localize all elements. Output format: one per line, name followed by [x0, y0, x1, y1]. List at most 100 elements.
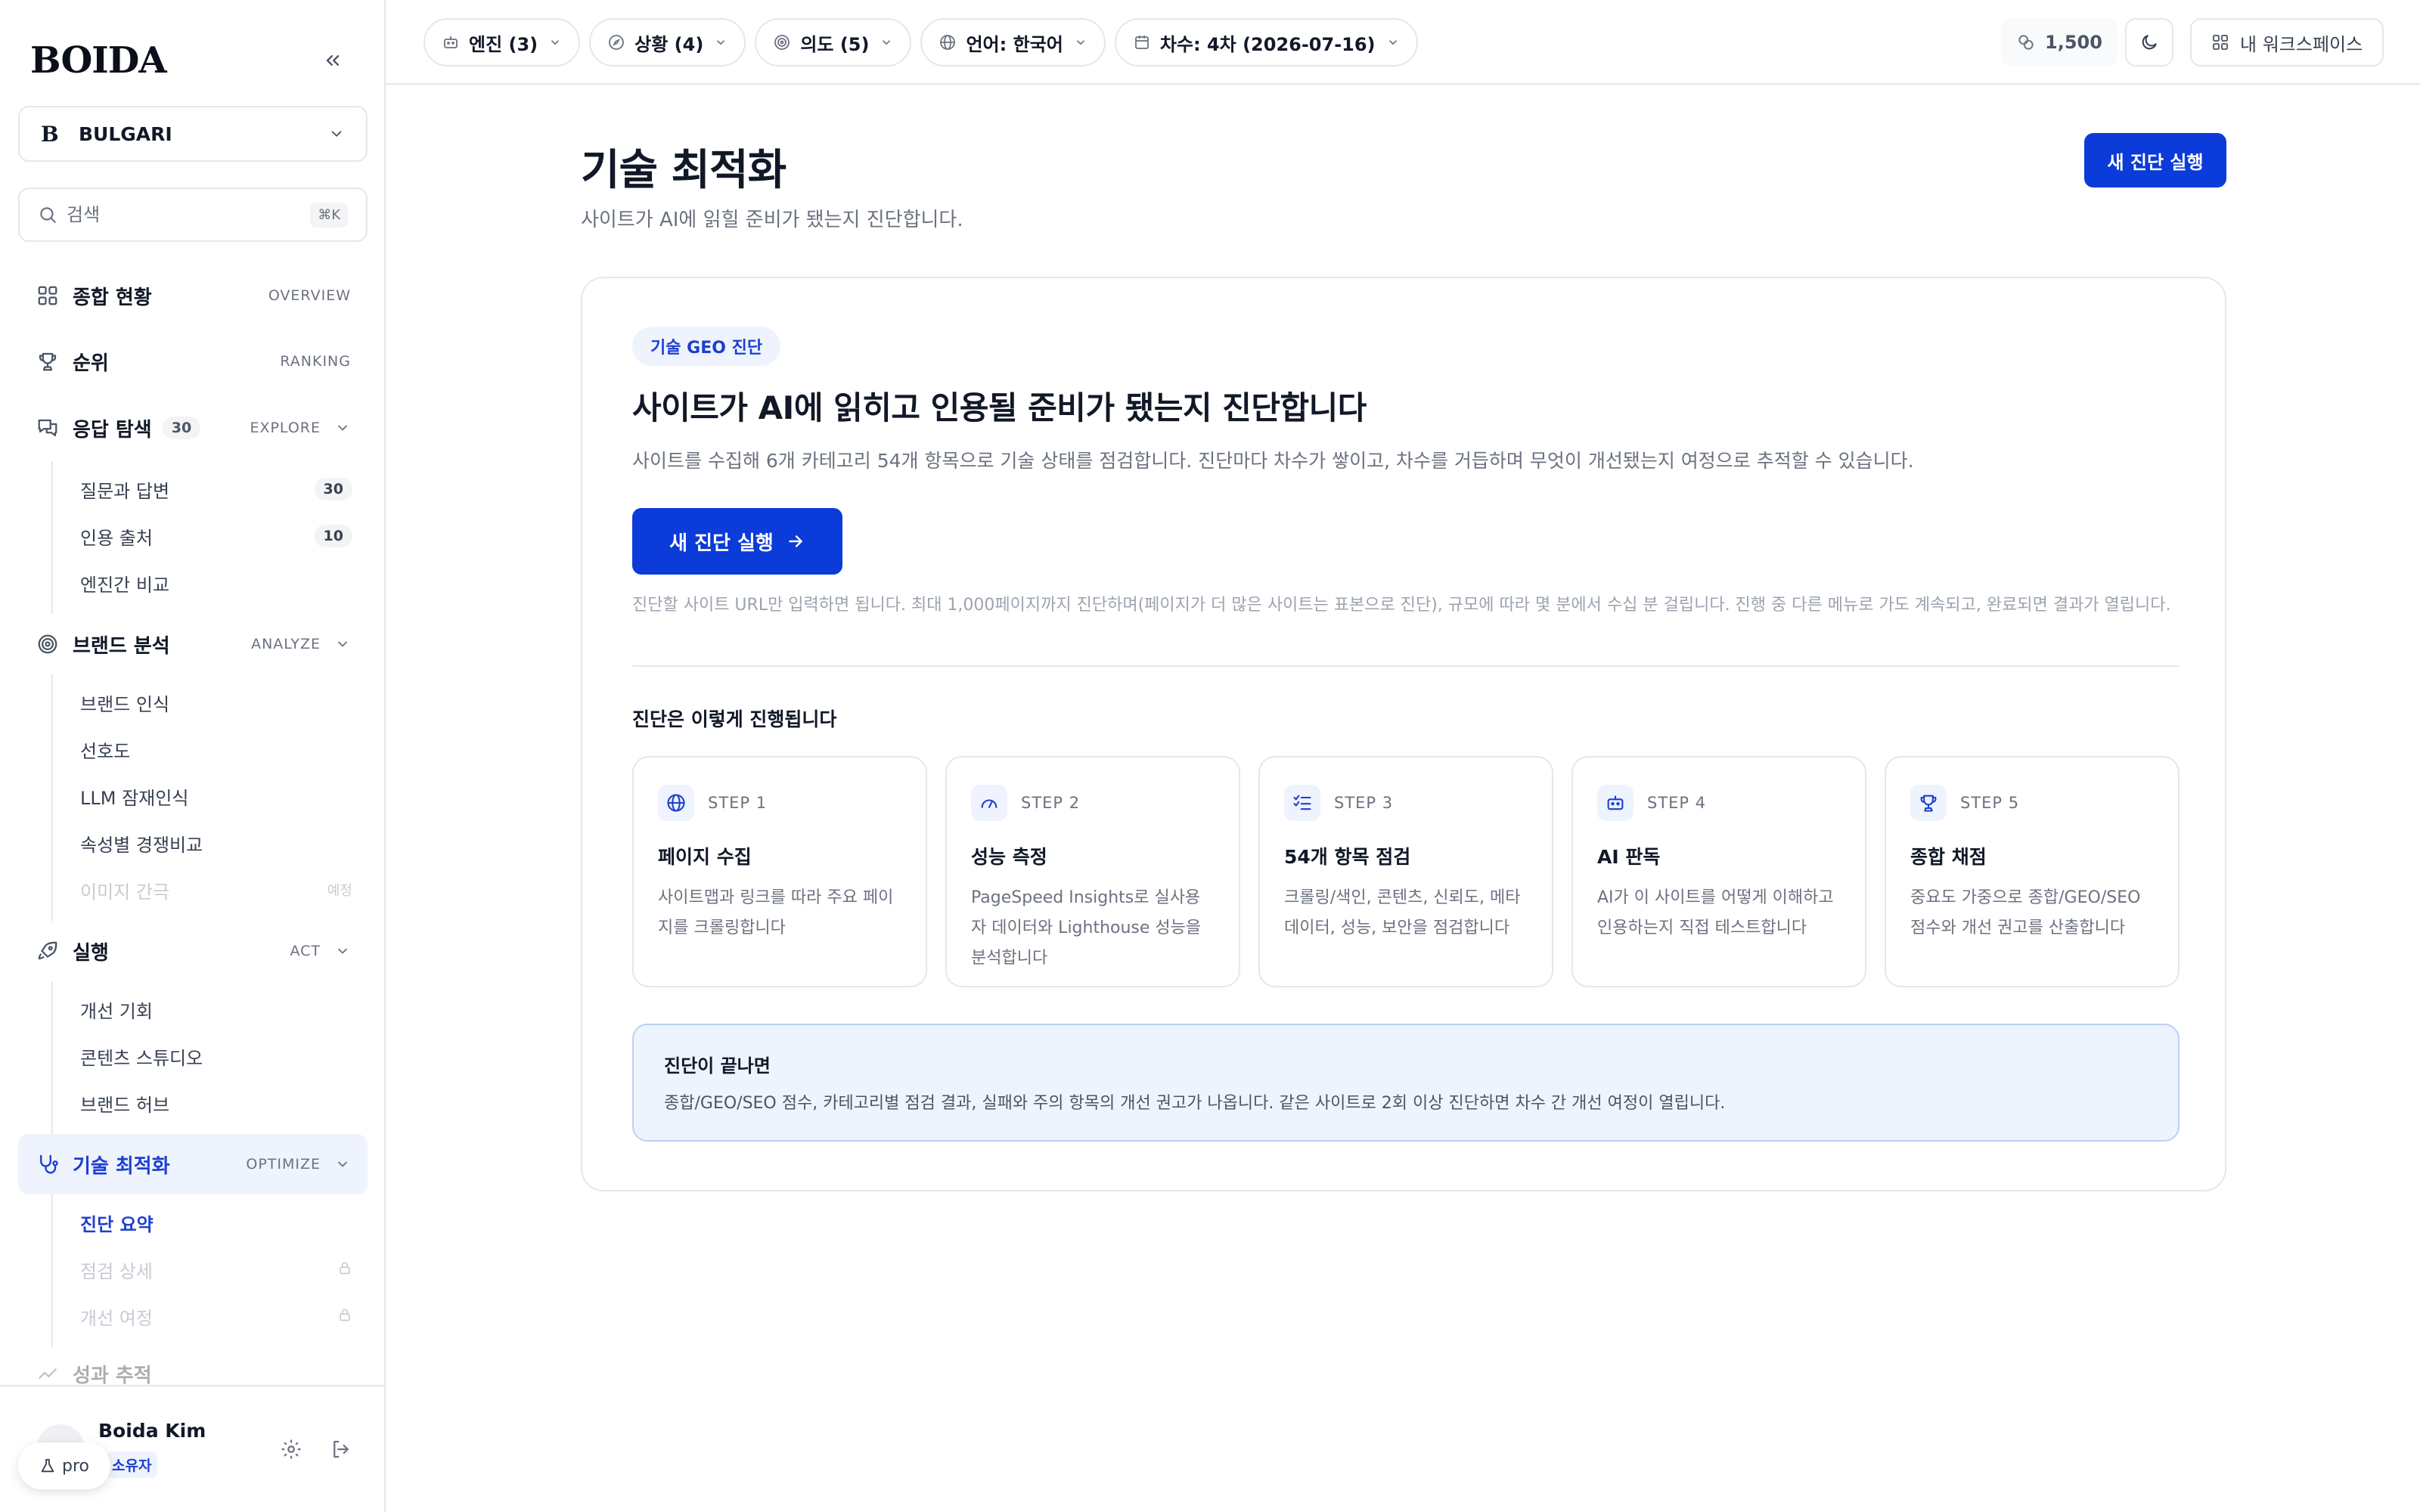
sidebar-item-ranking[interactable]: 순위 RANKING — [18, 328, 368, 395]
sidebar-item-act[interactable]: 실행 ACT — [18, 921, 368, 981]
sidebar-item-label: 응답 탐색 — [73, 418, 152, 442]
sidebar-item-explore[interactable]: 응답 탐색 30 EXPLORE — [18, 395, 368, 461]
sidebar-subitem-content-studio[interactable]: 콘텐츠 스튜디오 — [53, 1033, 368, 1080]
flask-icon — [41, 1458, 54, 1473]
subitem-label: 브랜드 허브 — [80, 1094, 170, 1116]
step-card: STEP 3 54개 항목 점검 크롤링/색인, 콘텐츠, 신뢰도, 메타데이터… — [1258, 756, 1553, 987]
submenu-optimize: 진단 요약 점검 상세 개선 여정 — [51, 1194, 368, 1347]
user-name: Boida Kim — [98, 1420, 206, 1442]
submenu-act: 개선 기회 콘텐츠 스튜디오 브랜드 허브 — [51, 981, 368, 1134]
chat-icon — [35, 415, 60, 441]
sidebar-item-en: OVERVIEW — [268, 287, 351, 304]
step-description: 사이트맵과 링크를 따라 주요 페이지를 크롤링합니다 — [658, 888, 894, 937]
target-icon — [773, 33, 791, 51]
chevron-down-icon[interactable] — [334, 1157, 351, 1172]
filter-round[interactable]: 차수: 4차 (2026-07-16) — [1114, 18, 1418, 67]
sidebar-item-en: EXPLORE — [250, 420, 321, 436]
sidebar-item-overview[interactable]: 종합 현황 OVERVIEW — [18, 263, 368, 328]
step-title: 성능 측정 — [971, 846, 1047, 868]
filter-language[interactable]: 언어: 한국어 — [920, 18, 1106, 67]
workspace-button[interactable]: 내 워크스페이스 — [2190, 18, 2384, 67]
app-logo[interactable]: BOIDA — [30, 39, 167, 82]
sidebar-subitem-engine-compare[interactable]: 엔진간 비교 — [53, 559, 368, 606]
sidebar-item-en: OPTIMIZE — [246, 1156, 321, 1173]
sidebar-subitem-opportunities[interactable]: 개선 기회 — [53, 986, 368, 1033]
filter-engine[interactable]: 엔진 (3) — [424, 18, 581, 67]
step-number: STEP 4 — [1647, 794, 1707, 812]
sidebar: BOIDA B BULGARI ⌘K 종합 현황 OVERVIEW 순위 RAN… — [0, 0, 386, 1512]
filter-label: 상황 (4) — [634, 33, 704, 55]
sidebar-subitem-attribute-compare[interactable]: 속성별 경쟁비교 — [53, 820, 368, 866]
sidebar-subitem-inspection-detail: 점검 상세 — [53, 1246, 368, 1293]
plan-badge[interactable]: pro — [18, 1442, 110, 1489]
brand-name: BULGARI — [79, 122, 172, 145]
sidebar-search[interactable]: ⌘K — [18, 187, 368, 242]
filter-label: 차수: 4차 (2026-07-16) — [1159, 33, 1376, 55]
sidebar-subitem-qa[interactable]: 질문과 답변 30 — [53, 466, 368, 513]
subitem-label: 이미지 간극 — [80, 881, 170, 903]
theme-toggle-button[interactable] — [2125, 18, 2173, 67]
filter-situation[interactable]: 상황 (4) — [589, 18, 746, 67]
count-badge: 30 — [314, 478, 352, 500]
new-diagnosis-button[interactable]: 새 진단 실행 — [2084, 133, 2226, 187]
step-card: STEP 5 종합 채점 중요도 가중으로 종합/GEO/SEO 점수와 개선 … — [1885, 756, 2180, 987]
step-title: AI 판독 — [1597, 846, 1661, 868]
sidebar-subitem-improvement-journey: 개선 여정 — [53, 1293, 368, 1340]
card-title: 사이트가 AI에 읽히고 인용될 준비가 됐는지 진단합니다 — [632, 389, 1367, 426]
brand-logo-letter: B — [41, 121, 59, 147]
chevron-down-icon[interactable] — [334, 637, 351, 652]
subitem-label: 선호도 — [80, 740, 131, 762]
sidebar-item-optimize[interactable]: 기술 최적화 OPTIMIZE — [18, 1134, 368, 1194]
sidebar-subitem-image-gap: 이미지 간극 예정 — [53, 866, 368, 913]
subitem-label: 브랜드 인식 — [80, 693, 170, 715]
subitem-label: 점검 상세 — [80, 1260, 153, 1282]
double-chevron-left-icon — [326, 55, 340, 67]
sidebar-subitem-brand-awareness[interactable]: 브랜드 인식 — [53, 679, 368, 726]
sidebar-item-en: ANALYZE — [251, 636, 321, 652]
trophy-icon — [1910, 785, 1947, 821]
chevron-down-icon — [548, 36, 562, 49]
logout-button[interactable] — [325, 1433, 357, 1465]
workspace-label: 내 워크스페이스 — [2240, 33, 2363, 55]
submenu-explore: 질문과 답변 30 인용 출처 10 엔진간 비교 — [51, 461, 368, 614]
process-steps: STEP 1 페이지 수집 사이트맵과 링크를 따라 주요 페이지를 크롤링합니… — [632, 756, 2180, 987]
sidebar-subitem-diagnosis-summary[interactable]: 진단 요약 — [53, 1199, 368, 1246]
filter-label: 언어: 한국어 — [966, 33, 1063, 55]
subitem-label: 속성별 경쟁비교 — [80, 834, 203, 856]
lock-icon — [337, 1306, 352, 1327]
diagnosis-intro-card: 기술 GEO 진단 사이트가 AI에 읽히고 인용될 준비가 됐는지 진단합니다… — [581, 277, 2226, 1191]
info-title: 진단이 끝나면 — [664, 1055, 771, 1077]
arrow-right-icon — [786, 531, 805, 551]
result-info-box: 진단이 끝나면 종합/GEO/SEO 점수, 카테고리별 점검 결과, 실패와 … — [632, 1024, 2180, 1142]
run-diagnosis-button[interactable]: 새 진단 실행 — [632, 508, 842, 575]
search-input[interactable] — [67, 204, 311, 225]
sidebar-subitem-llm-latent[interactable]: LLM 잠재인식 — [53, 773, 368, 820]
sidebar-subitem-citations[interactable]: 인용 출처 10 — [53, 513, 368, 559]
subitem-label: 개선 기회 — [80, 1000, 153, 1022]
step-card: STEP 1 페이지 수집 사이트맵과 링크를 따라 주요 페이지를 크롤링합니… — [632, 756, 927, 987]
search-icon — [40, 207, 56, 223]
collapse-sidebar-button[interactable] — [318, 45, 348, 76]
chevron-down-icon[interactable] — [334, 943, 351, 959]
diagnosis-note: 진단할 사이트 URL만 입력하면 됩니다. 최대 1,000페이지까지 진단하… — [632, 596, 2171, 615]
settings-button[interactable] — [275, 1433, 307, 1465]
submenu-analyze: 브랜드 인식 선호도 LLM 잠재인식 속성별 경쟁비교 이미지 간극 예정 — [51, 674, 368, 921]
sidebar-subitem-preference[interactable]: 선호도 — [53, 726, 368, 773]
chevron-down-icon[interactable] — [334, 420, 351, 435]
brand-selector[interactable]: B BULGARI — [18, 106, 368, 162]
sidebar-item-analyze[interactable]: 브랜드 분석 ANALYZE — [18, 614, 368, 674]
filter-intent[interactable]: 의도 (5) — [755, 18, 912, 67]
robot-icon — [442, 33, 460, 51]
subitem-label: 인용 출처 — [80, 527, 153, 549]
rocket-icon — [35, 938, 60, 964]
chevron-down-icon — [880, 36, 893, 49]
globe-icon — [939, 33, 957, 51]
robot-icon — [1597, 785, 1634, 821]
coins-icon — [2018, 35, 2034, 50]
sidebar-subitem-brand-hub[interactable]: 브랜드 허브 — [53, 1080, 368, 1126]
count-badge: 10 — [314, 525, 352, 547]
step-number: STEP 5 — [1960, 794, 2020, 812]
sidebar-footer: Boida Kim 소유자 pro — [0, 1385, 384, 1512]
credits-indicator[interactable]: 1,500 — [2001, 18, 2118, 67]
chevron-down-icon — [1074, 36, 1087, 49]
